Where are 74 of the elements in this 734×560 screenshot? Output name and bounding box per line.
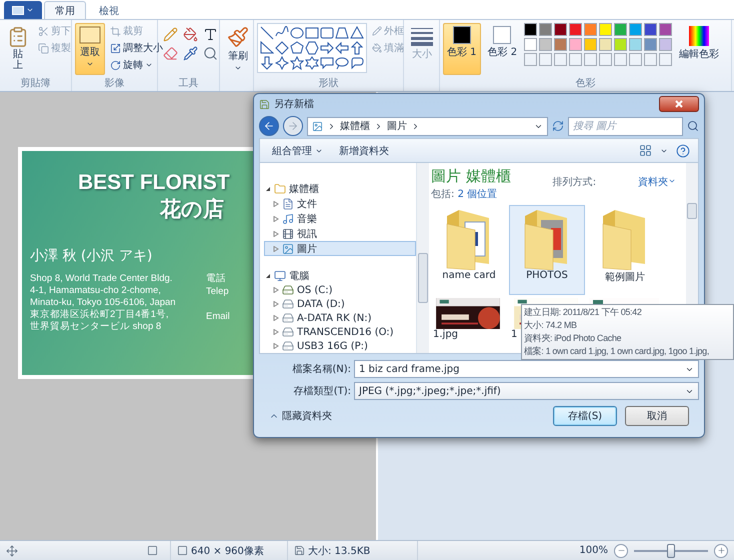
tree-item-label: 電腦 bbox=[289, 270, 309, 282]
tooltip-line: 資料夾: iPod Photo Cache bbox=[524, 332, 622, 345]
ribbon-tab[interactable]: 檢視 bbox=[88, 1, 130, 19]
color-slot-button[interactable]: 色彩 2 bbox=[484, 23, 522, 75]
arrange-by-label: 排列方式: bbox=[552, 176, 596, 189]
toolbar-button[interactable]: 新增資料夾 bbox=[335, 142, 393, 160]
tree-item-label: DATA (D:) bbox=[297, 298, 345, 310]
search-field[interactable]: 搜尋 圖片 bbox=[568, 116, 683, 136]
resize-button[interactable]: 調整大小 bbox=[108, 40, 165, 56]
dialog-button[interactable]: 取消 bbox=[625, 406, 689, 426]
brushes-button[interactable]: 筆刷 bbox=[223, 23, 253, 75]
tree-item[interactable]: A-DATA RK (N:) bbox=[264, 311, 416, 325]
card-contact-label: Email bbox=[206, 311, 230, 323]
hide-folders-button[interactable]: 隱藏資料夾 bbox=[263, 408, 338, 424]
breadcrumb[interactable]: 媒體櫃 bbox=[340, 119, 370, 133]
card-address: Shop 8, World Trade Center Bldg. 4-1, Hamamatsu-cho 2-chome, Minato-ku, Tokyo 105-6106, Japan 東京都港区浜松町2丁目4番1号, 世界貿易センタービル shop 8 bbox=[30, 273, 177, 333]
folder-item[interactable]: 範例圖片 bbox=[587, 205, 663, 295]
tree-item[interactable]: 圖片 bbox=[264, 241, 416, 256]
tree-item[interactable]: 視訊 bbox=[264, 226, 416, 241]
paste-button[interactable]: 貼上 bbox=[3, 23, 33, 75]
group-label: 形狀 bbox=[318, 77, 340, 91]
tree-item[interactable]: 電腦 bbox=[264, 268, 416, 283]
tree-item[interactable]: 文件 bbox=[264, 196, 416, 211]
dialog-button[interactable]: 存檔(S) bbox=[553, 406, 617, 426]
zoom-percent: 100% bbox=[579, 545, 608, 556]
tree-item-label: 文件 bbox=[297, 198, 317, 210]
tree-item-label: 視訊 bbox=[297, 228, 317, 240]
edit-colors-button[interactable]: 編輯色彩 bbox=[675, 23, 724, 75]
breadcrumb[interactable]: 圖片 bbox=[387, 119, 407, 133]
tree-item-label: 音樂 bbox=[297, 212, 317, 226]
field-label: 檔案名稱(N): bbox=[291, 362, 352, 376]
arrange-by-dropdown[interactable]: 資料夾 bbox=[638, 175, 676, 189]
tooltip-line: 建立日期: 2011/8/21 下午 05:42 bbox=[524, 306, 642, 319]
tree-item-label: TRANSCEND16 (O:) bbox=[297, 326, 394, 338]
group-label: 色彩 bbox=[574, 77, 596, 91]
file-type-dropdown[interactable]: JPEG (*.jpg;*.jpeg;*.jpe;*.jfif) bbox=[354, 382, 699, 400]
color-slot-button[interactable]: 色彩 1 bbox=[443, 23, 481, 75]
folder-item[interactable]: name card bbox=[431, 205, 507, 295]
tree-item[interactable]: DATA (D:) bbox=[264, 297, 416, 311]
card-title: BEST FLORIST bbox=[78, 171, 230, 195]
tree-item-label: USB3 16G (P:) bbox=[297, 340, 368, 352]
ribbon-tab[interactable]: 常用 bbox=[44, 1, 86, 19]
library-title: 圖片 媒體櫃 bbox=[431, 167, 511, 186]
tree-item-label: A-DATA RK (N:) bbox=[297, 312, 372, 324]
file-size: 大小: 13.5KB bbox=[308, 544, 370, 558]
tooltip-line: 大小: 74.2 MB bbox=[524, 319, 578, 332]
field-label: 存檔類型(T): bbox=[292, 384, 352, 398]
tooltip-line: 檔案: 1 own card 1.jpg, 1 own card.jpg, 1goo 1.jpg, bbox=[524, 345, 710, 358]
group-label: 工具 bbox=[178, 77, 200, 91]
tree-item-label: OS (C:) bbox=[297, 284, 333, 296]
card-subtitle: 花の店 bbox=[160, 196, 224, 223]
image-dimensions: 640 × 960像素 bbox=[191, 544, 264, 558]
tree-item[interactable]: 音樂 bbox=[264, 211, 416, 226]
card-name: 小澤 秋 (小沢 アキ) bbox=[30, 247, 152, 265]
rotate-button[interactable]: 旋轉 bbox=[108, 57, 165, 73]
tree-item[interactable]: USB3 16G (P:) bbox=[264, 339, 416, 353]
file-name-field[interactable]: 1 biz card frame.jpg bbox=[354, 360, 699, 378]
dialog-title: 另存新檔 bbox=[274, 98, 315, 111]
tree-item-label: 媒體櫃 bbox=[289, 182, 319, 196]
address-bar[interactable]: 媒體櫃 圖片 bbox=[307, 116, 548, 136]
card-contact-label: 電話 bbox=[206, 273, 227, 285]
group-label: 影像 bbox=[104, 77, 126, 91]
card-contact-label: Telep bbox=[206, 286, 230, 298]
locations-link[interactable]: 2 個位置 bbox=[458, 189, 498, 200]
file-item[interactable]: 1.jpg bbox=[431, 295, 507, 343]
toolbar-button[interactable]: 組合管理 bbox=[268, 142, 327, 160]
tree-item[interactable]: 媒體櫃 bbox=[264, 181, 416, 196]
group-label: 剪貼簿 bbox=[20, 77, 52, 91]
includes-text: 包括: 2 個位置 bbox=[431, 188, 498, 201]
tree-item-label: 圖片 bbox=[297, 242, 317, 256]
tree-item[interactable]: TRANSCEND16 (O:) bbox=[264, 325, 416, 339]
tree-item[interactable]: OS (C:) bbox=[264, 283, 416, 297]
folder-item[interactable]: PHOTOS bbox=[509, 205, 585, 295]
select-button[interactable]: 選取 bbox=[75, 23, 105, 75]
